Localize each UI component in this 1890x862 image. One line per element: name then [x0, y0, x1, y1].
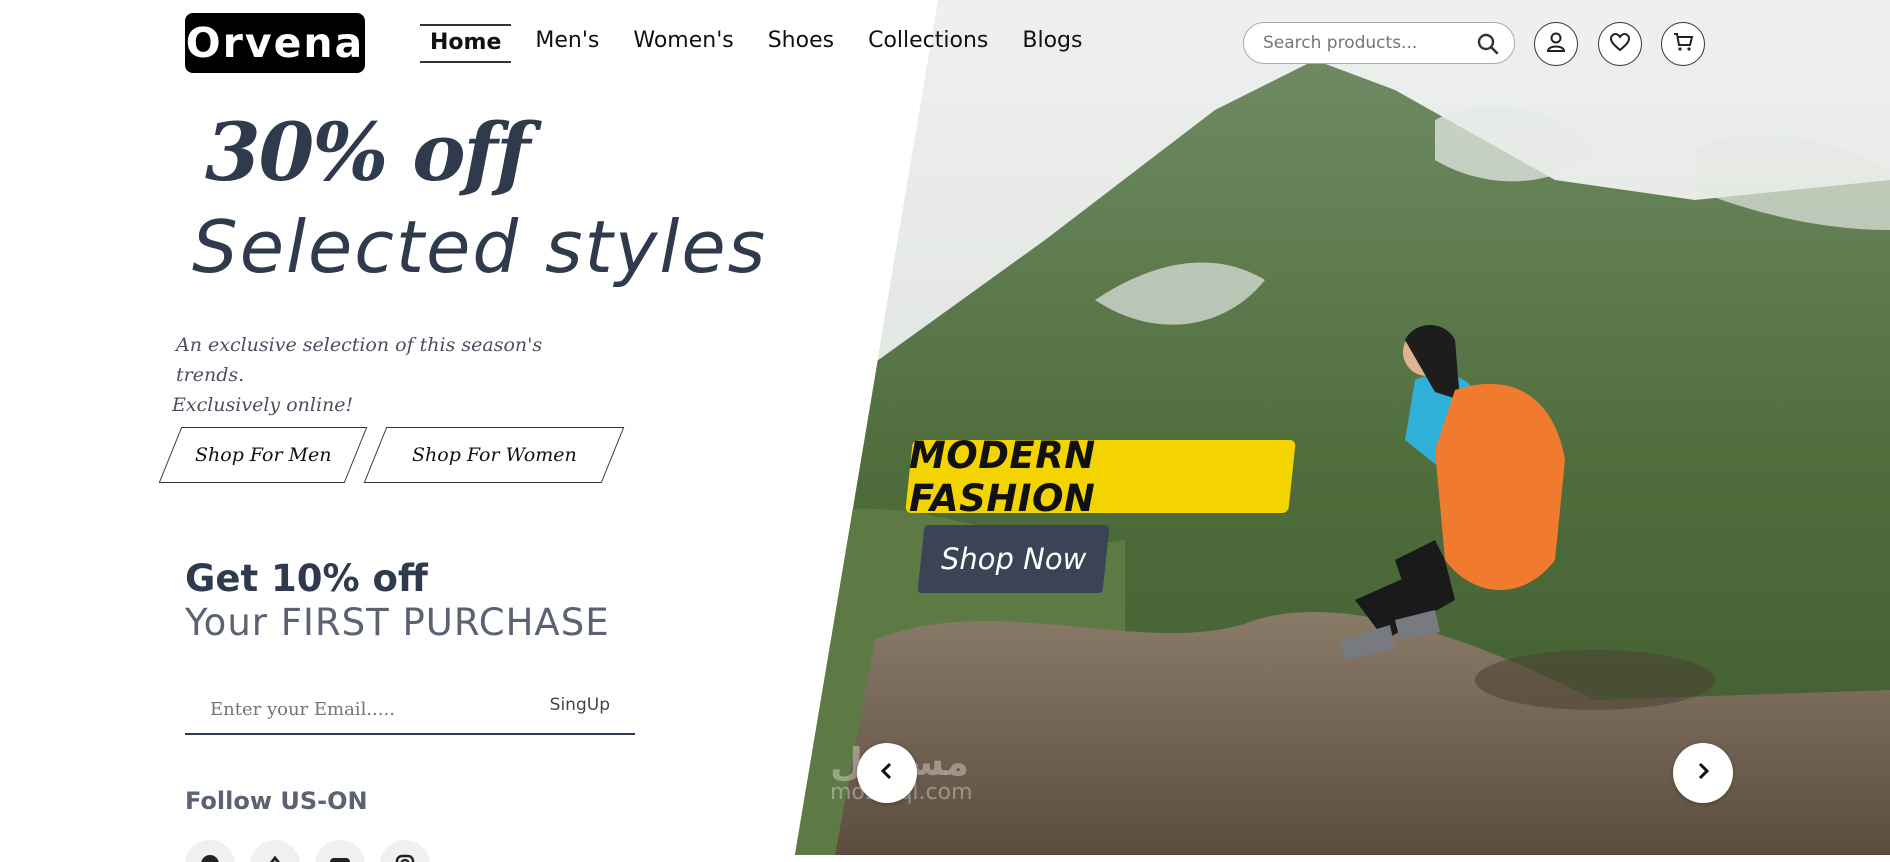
follow-title: Follow US-ON [185, 787, 368, 815]
shop-women-label: Shop For Women [411, 444, 577, 466]
cart-button[interactable] [1661, 22, 1705, 66]
account-button[interactable] [1534, 22, 1578, 66]
promo-description-line-2: Exclusively online! [172, 394, 354, 416]
wishlist-button[interactable] [1598, 22, 1642, 66]
promo-description-line-1: An exclusive selection of this season's … [176, 334, 543, 386]
next-slide-button[interactable] [1673, 743, 1733, 803]
search-input[interactable] [1263, 33, 1463, 53]
newsletter-form: SingUp [185, 685, 635, 735]
search-icon[interactable] [1476, 32, 1500, 60]
main-nav: Home Men's Women's Shoes Collections Blo… [420, 24, 1106, 63]
promo-headline: 30% off [205, 105, 530, 199]
hero-badge-text: MODERN FASHION [909, 433, 1096, 520]
nav-womens[interactable]: Women's [623, 24, 743, 63]
nav-mens[interactable]: Men's [525, 24, 609, 63]
nav-blogs[interactable]: Blogs [1012, 24, 1092, 63]
brand-logo[interactable]: Orvena [185, 13, 365, 73]
search-box [1243, 22, 1515, 64]
newsletter-subtitle: Your FIRST PURCHASE [185, 601, 610, 644]
shop-now-label: Shop Now [940, 542, 1087, 576]
youtube-icon[interactable] [315, 840, 365, 862]
mountain-scene [795, 0, 1890, 855]
newsletter-title: Get 10% off [185, 557, 428, 600]
prev-slide-button[interactable] [857, 743, 917, 803]
user-icon [1544, 30, 1568, 58]
instagram-icon[interactable] [380, 840, 430, 862]
chevron-left-icon [877, 761, 897, 785]
shop-men-button[interactable]: Shop For Men [158, 427, 368, 483]
twitter-icon[interactable] [250, 840, 300, 862]
shop-men-label: Shop For Men [194, 444, 332, 466]
facebook-icon[interactable] [185, 840, 235, 862]
promo-description: An exclusive selection of this season's … [172, 330, 592, 420]
shop-now-button[interactable]: Shop Now [917, 525, 1110, 593]
nav-shoes[interactable]: Shoes [758, 24, 844, 63]
email-field[interactable] [185, 698, 525, 720]
nav-collections[interactable]: Collections [858, 24, 998, 63]
promo-subheadline: Selected styles [192, 205, 768, 289]
shop-women-button[interactable]: Shop For Women [363, 427, 625, 483]
hero-image [795, 0, 1890, 855]
nav-home[interactable]: Home [420, 24, 512, 63]
hero-badge: MODERN FASHION [905, 434, 1296, 520]
signup-button[interactable]: SingUp [550, 695, 610, 715]
heart-icon [1608, 30, 1632, 58]
cart-icon [1671, 30, 1695, 58]
chevron-right-icon [1693, 761, 1713, 785]
